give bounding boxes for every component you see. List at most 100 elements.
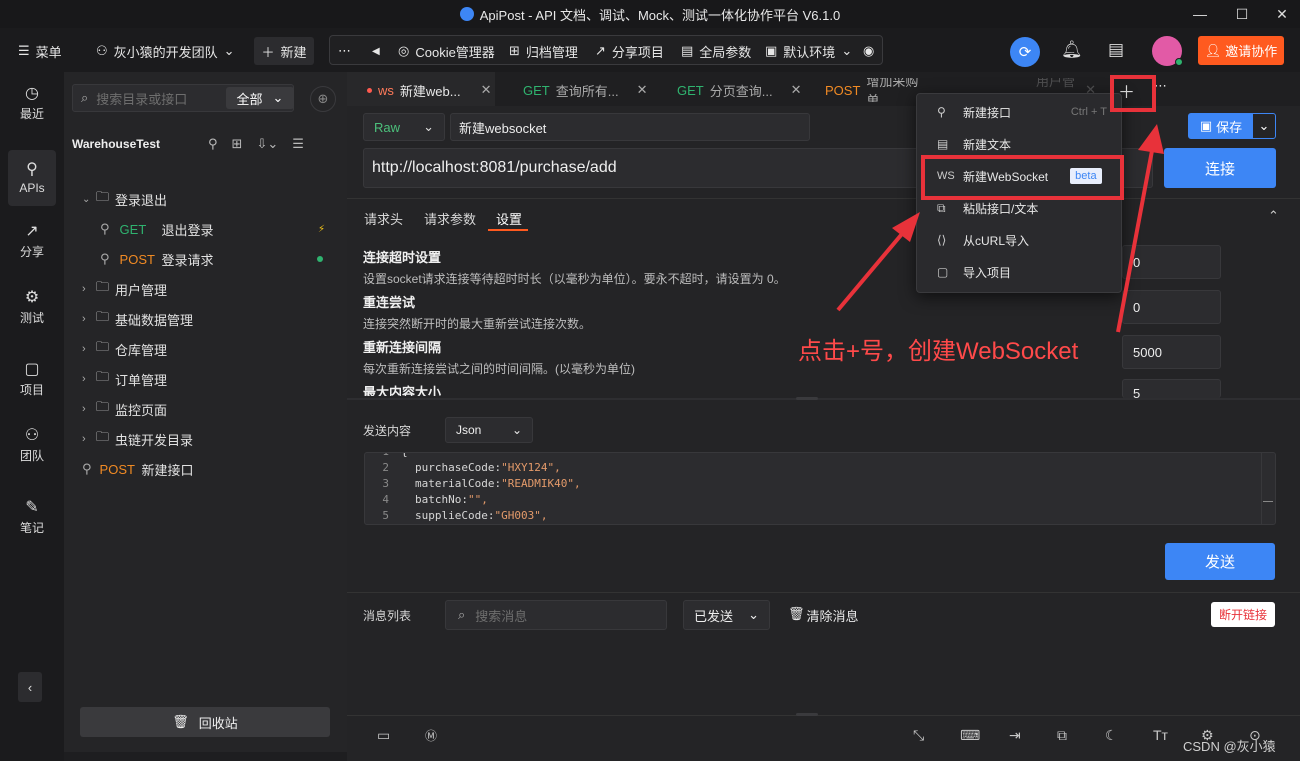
request-name-input[interactable]: 新建websocket [450,113,810,141]
chevron-left-icon: ‹ [27,679,33,695]
close-icon[interactable]: ✕ [791,82,802,98]
eye-icon[interactable]: ◉ [863,38,874,64]
close-icon[interactable]: ✕ [637,82,648,98]
close-window-button[interactable]: ✕ [1262,0,1300,28]
tree-api[interactable]: ⚲ GET 退出登录 ⚡︎ [64,214,347,244]
moon-icon[interactable]: ☾ [1105,725,1118,745]
drag-handle[interactable] [796,397,818,400]
collapse-left-icon[interactable]: ◀ [372,38,380,64]
subtab-settings[interactable]: 设置 [496,209,522,228]
mode-select[interactable]: Raw ⌄ [363,113,445,141]
app-logo-icon [459,7,474,21]
archive-button[interactable]: ⊞ 归档管理 [509,38,578,64]
markdown-icon[interactable]: Ⓜ [425,725,437,745]
editor-scrollbar[interactable] [1261,453,1275,524]
folder-icon: 🗀 [96,369,110,384]
annotation-arrows [836,124,1164,333]
recycle-bin-button[interactable]: 🗑︎ 回收站 [80,707,330,737]
tree-folder[interactable]: › 🗀 虫链开发目录 [64,424,347,454]
code-editor[interactable]: 1{ 2purchaseCode: "HXY124", 3materialCod… [364,452,1276,525]
add-folder-icon[interactable]: ⊞ [232,136,243,152]
terminal-icon[interactable]: ⌨ [960,725,980,745]
chevron-down-icon: ⌄ [223,43,235,58]
font-size-icon[interactable]: Tт [1153,725,1168,745]
panel-icon[interactable]: ⇥ [1009,725,1021,745]
folder-icon: 🗀 [96,399,110,414]
link-icon: ⚲ [82,461,92,476]
rail-recent[interactable]: ◷ 最近 [8,76,56,132]
new-button[interactable]: ＋新建 [254,37,314,65]
close-icon[interactable]: ✕ [481,82,492,98]
clear-messages-button[interactable]: 🗑︎ 清除消息 [788,606,859,625]
archive-icon: ⊞ [509,43,520,58]
env-selector[interactable]: ▣ 默认环境 ⌄ [765,38,852,64]
locate-icon[interactable]: ⊕ [310,86,336,112]
copy-icon[interactable]: ⧉ [1057,725,1067,745]
bell-icon[interactable]: 🔔︎ [1061,40,1083,60]
tree-folder[interactable]: › 🗀 基础数据管理 [64,304,347,334]
chevron-up-icon[interactable]: ⌃ [1268,208,1279,224]
rail-notes[interactable]: ✎ 笔记 [8,490,56,546]
tree-folder[interactable]: ⌄ 🗀 登录退出 [64,184,347,214]
link-icon: ⚲ [100,251,110,266]
link-icon: ⚲ [100,221,110,236]
tree-folder[interactable]: › 🗀 仓库管理 [64,334,347,364]
share-icon: ↗ [595,43,606,58]
tab-get-2[interactable]: GET 分页查询... ✕ [677,78,801,102]
global-params-button[interactable]: ▤ 全局参数 [681,38,751,64]
more-icon[interactable]: ⋯ [338,38,351,64]
invite-button[interactable]: 👤︎ 邀请协作 [1198,36,1284,65]
chevron-down-icon[interactable]: ⌄ [1253,118,1275,134]
notes-icon[interactable]: ▤ [1108,40,1124,60]
rail-project[interactable]: ▢ 项目 [8,352,56,408]
send-button[interactable]: 发送 [1165,543,1275,580]
subtab-params[interactable]: 请求参数 [424,209,476,228]
team-selector[interactable]: ⚇ 灰小猿的开发团队 ⌄ [96,38,235,64]
scrollbar-thumb[interactable] [1263,501,1273,502]
tree-folder[interactable]: › 🗀 订单管理 [64,364,347,394]
lightning-icon: ⚡︎ [317,223,325,235]
format-select[interactable]: Json ⌄ [445,417,533,443]
tree-folder[interactable]: › 🗀 监控页面 [64,394,347,424]
plus-icon: ＋ [261,44,275,60]
setting-title: 连接超时设置 [363,250,442,265]
sync-icon[interactable]: ⟳ [1010,37,1040,67]
tab-websocket[interactable]: ws 新建web... ✕ [367,78,491,102]
message-search-input[interactable]: ⌕ 搜索消息 [445,600,667,630]
resize-divider[interactable] [347,398,1300,400]
interval-input[interactable]: 5000 [1122,335,1221,369]
rail-team[interactable]: ⚇ 团队 [8,418,56,474]
tree-folder[interactable]: › 🗀 用户管理 [64,274,347,304]
rail-share[interactable]: ↗ 分享 [8,214,56,270]
filter-select[interactable]: 全部 ⌄ [226,87,294,109]
rail-test[interactable]: ⚙ 测试 [8,280,56,336]
title-bar: ApiPost - API 文档、调试、Mock、测试一体化协作平台 V6.1.… [0,0,1300,28]
tree-api[interactable]: ⚲ POST 登录请求 [64,244,347,274]
code-line: 4 batchNo: "", [382,493,488,506]
add-api-icon[interactable]: ⚲ [208,136,218,152]
collapse-rail-button[interactable]: ‹ [18,672,42,702]
avatar[interactable] [1152,36,1183,66]
tab-post[interactable]: POST 增加采购单 [825,78,925,102]
max-size-input[interactable]: 5 [1122,379,1221,398]
clock-icon: ◷ [25,85,39,102]
folder-icon: 🗀 [96,339,110,354]
minimize-button[interactable]: — [1180,0,1220,28]
tree-api[interactable]: ⚲ POST 新建接口 [64,454,347,484]
layout-icon[interactable]: ▭ [377,725,390,745]
sort-icon[interactable]: ☰ [292,136,304,152]
rail-apis[interactable]: ⚲ APIs [8,150,56,206]
test-icon: ⚙ [24,289,40,306]
tab-get-1[interactable]: GET 查询所有... ✕ [523,78,647,102]
subtab-headers[interactable]: 请求头 [364,209,403,228]
message-filter-select[interactable]: 已发送 ⌄ [683,600,770,630]
import-icon[interactable]: ⇩⌄ [256,136,278,152]
save-button[interactable]: ▣ 保存 ⌄ [1188,113,1276,139]
menu-button[interactable]: ☰ 菜单 [18,38,62,64]
cookie-manager-button[interactable]: ◎ Cookie管理器 [398,38,495,64]
disconnect-button[interactable]: 断开链接 [1211,602,1275,627]
share-project-button[interactable]: ↗ 分享项目 [595,38,664,64]
drag-handle[interactable] [796,713,818,716]
maximize-button[interactable]: ☐ [1222,0,1262,28]
compress-icon[interactable]: ⤡ [913,725,924,745]
